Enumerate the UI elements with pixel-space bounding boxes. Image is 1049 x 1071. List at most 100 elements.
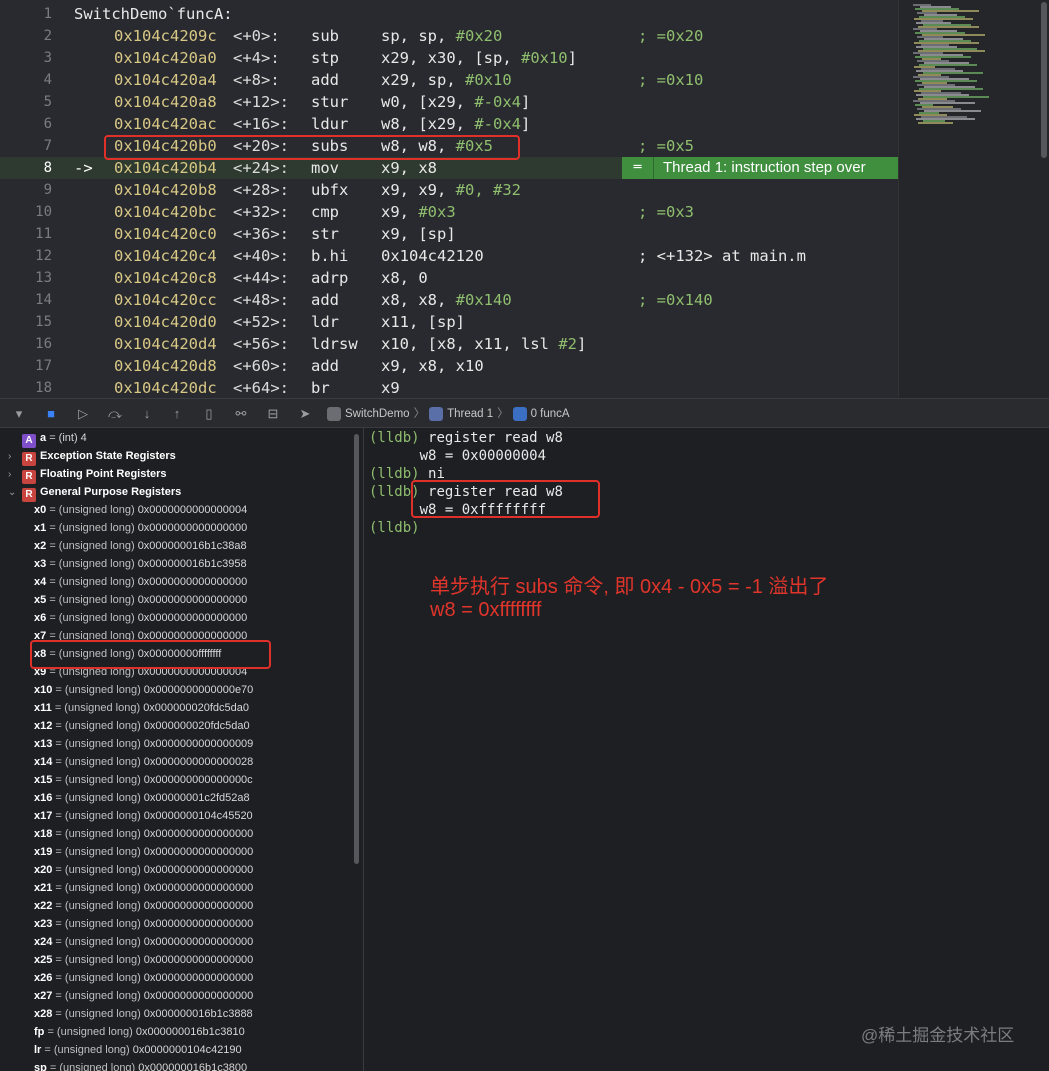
register-fp[interactable]: fp = (unsigned long) 0x000000016b1c3810 — [34, 1023, 245, 1041]
code-line[interactable]: 0x104c420c8 <+44>: adrp x8, 0 — [64, 267, 898, 289]
register-x3[interactable]: x3 = (unsigned long) 0x000000016b1c3958 — [34, 555, 247, 573]
local-variable-a[interactable]: Aa = (int) 4 — [22, 429, 87, 448]
register-x1[interactable]: x1 = (unsigned long) 0x0000000000000000 — [34, 519, 247, 537]
register-x28[interactable]: x28 = (unsigned long) 0x000000016b1c3888 — [34, 1005, 253, 1023]
code-line[interactable]: 0x104c420a0 <+4>: stp x29, x30, [sp, #0x10] — [64, 47, 898, 69]
instruction-offset: <+8>: — [233, 71, 280, 89]
step-over-icon[interactable]: ⤼ — [106, 405, 124, 423]
register-x27[interactable]: x27 = (unsigned long) 0x0000000000000000 — [34, 987, 253, 1005]
line-number: 12 — [35, 248, 52, 264]
register-value: 0x0000000000000000 — [143, 954, 254, 966]
register-x21[interactable]: x21 = (unsigned long) 0x0000000000000000 — [34, 879, 253, 897]
code-line[interactable]: 0x104c420bc <+32>: cmp x9, #0x3 ; =0x3 — [64, 201, 898, 223]
register-value: 0x0000000000000000 — [143, 990, 254, 1002]
register-x11[interactable]: x11 = (unsigned long) 0x000000020fdc5da0 — [34, 699, 249, 717]
register-x17[interactable]: x17 = (unsigned long) 0x0000000104c45520 — [34, 807, 253, 825]
variables-view[interactable]: Aa = (int) 4 › R Exception State Registers… — [0, 428, 362, 1071]
register-lr[interactable]: lr = (unsigned long) 0x0000000104c42190 — [34, 1041, 242, 1059]
breakpoints-toggle-icon[interactable]: ■ — [42, 405, 60, 423]
instruction-address: 0x104c420bc — [114, 203, 217, 221]
register-x23[interactable]: x23 = (unsigned long) 0x0000000000000000 — [34, 915, 253, 933]
code-line[interactable]: 0x104c420dc <+64>: br x9 — [64, 377, 898, 398]
register-name: x5 — [34, 594, 47, 606]
code-line[interactable]: 0x104c420d4 <+56>: ldrsw x10, [x8, x11, lsl… — [64, 333, 898, 355]
disassembly-code[interactable]: SwitchDemo`funcA: 0x104c4209c <+0>: sub sp,… — [64, 0, 898, 398]
register-x15[interactable]: x15 = (unsigned long) 0x000000000000000c — [34, 771, 253, 789]
register-x6[interactable]: x6 = (unsigned long) 0x0000000000000000 — [34, 609, 247, 627]
register-x4[interactable]: x4 = (unsigned long) 0x0000000000000000 — [34, 573, 247, 591]
instruction-offset: <+16>: — [233, 115, 289, 133]
register-type: = (unsigned long) — [49, 540, 135, 552]
register-x20[interactable]: x20 = (unsigned long) 0x0000000000000000 — [34, 861, 253, 879]
register-x26[interactable]: x26 = (unsigned long) 0x0000000000000000 — [34, 969, 253, 987]
environment-overrides-icon[interactable]: ⊟ — [264, 405, 282, 423]
register-x18[interactable]: x18 = (unsigned long) 0x0000000000000000 — [34, 825, 253, 843]
register-type: = (unsigned long) — [55, 738, 141, 750]
code-line[interactable]: 0x104c4209c <+0>: sub sp, sp, #0x20 ; =0x20 — [64, 25, 898, 47]
code-line[interactable]: 0x104c420c0 <+36>: str x9, [sp] — [64, 223, 898, 245]
code-line[interactable]: 0x104c420cc <+48>: add x8, x8, #0x140 ; =0x1… — [64, 289, 898, 311]
step-into-icon[interactable]: ↓ — [138, 405, 156, 423]
register-x13[interactable]: x13 = (unsigned long) 0x0000000000000009 — [34, 735, 253, 753]
register-name: x28 — [34, 1008, 53, 1020]
register-value: 0x000000016b1c3800 — [138, 1062, 248, 1071]
register-x25[interactable]: x25 = (unsigned long) 0x0000000000000000 — [34, 951, 253, 969]
register-name: x14 — [34, 756, 53, 768]
annotation-text-line1: 单步执行 subs 命令, 即 0x4 - 0x5 = -1 溢出了 — [430, 576, 829, 598]
line-number: 2 — [43, 28, 52, 44]
crumb-thread[interactable]: Thread 1 — [447, 405, 493, 423]
editor-scrollbar[interactable] — [1041, 2, 1047, 158]
hide-debug-area-icon[interactable]: ▾ — [10, 405, 28, 423]
register-x2[interactable]: x2 = (unsigned long) 0x000000016b1c38a8 — [34, 537, 247, 555]
register-value: 0x0000000000000000 — [137, 594, 248, 606]
continue-icon[interactable]: ▷ — [74, 405, 92, 423]
register-x5[interactable]: x5 = (unsigned long) 0x0000000000000000 — [34, 591, 247, 609]
simulate-location-icon[interactable]: ➤ — [296, 405, 314, 423]
chevron-right-icon[interactable]: › — [8, 448, 22, 466]
register-name: x12 — [34, 720, 53, 732]
instruction-mnemonic: ldur — [311, 115, 349, 133]
group-general-purpose[interactable]: ⌄ R General Purpose Registers — [8, 483, 181, 502]
lldb-console[interactable]: (lldb) register read w8 w8 = 0x00000004(… — [363, 428, 1049, 1071]
register-name: x21 — [34, 882, 53, 894]
register-x22[interactable]: x22 = (unsigned long) 0x0000000000000000 — [34, 897, 253, 915]
code-line[interactable]: 0x104c420d8 <+60>: add x9, x8, x10 — [64, 355, 898, 377]
code-line[interactable]: 0x104c420a8 <+12>: stur w0, [x29, #-0x4] — [64, 91, 898, 113]
operand-token: ] — [567, 49, 577, 67]
code-line[interactable]: 0x104c420ac <+16>: ldur w8, [x29, #-0x4] — [64, 113, 898, 135]
thread-step-badge[interactable]: ═ Thread 1: instruction step over — [622, 157, 898, 179]
crumb-frame[interactable]: 0 funcA — [531, 405, 570, 423]
register-value: 0x0000000104c45520 — [143, 810, 253, 822]
line-number: 15 — [35, 314, 52, 330]
register-x19[interactable]: x19 = (unsigned long) 0x0000000000000000 — [34, 843, 253, 861]
instruction-comment: ; =0x20 — [638, 27, 704, 45]
instruction-operands: x8, x8, #0x140 — [381, 289, 512, 311]
minimap[interactable] — [898, 0, 1049, 398]
code-line[interactable]: 0x104c420a4 <+8>: add x29, sp, #0x10 ; =0x10 — [64, 69, 898, 91]
register-x0[interactable]: x0 = (unsigned long) 0x0000000000000004 — [34, 501, 247, 519]
register-x10[interactable]: x10 = (unsigned long) 0x0000000000000e70 — [34, 681, 253, 699]
register-x14[interactable]: x14 = (unsigned long) 0x0000000000000028 — [34, 753, 253, 771]
memory-graph-icon[interactable]: ⚯ — [232, 405, 250, 423]
crumb-app[interactable]: SwitchDemo — [345, 405, 410, 423]
register-sp[interactable]: sp = (unsigned long) 0x000000016b1c3800 — [34, 1059, 247, 1071]
code-line[interactable]: 0x104c420c4 <+40>: b.hi 0x104c42120 ; <+132>… — [64, 245, 898, 267]
instruction-comment: ; =0x5 — [638, 137, 694, 155]
chevron-down-icon[interactable]: ⌄ — [8, 484, 22, 502]
line-number-gutter: 1 2 3 4 5 6 7 8 9 10 11 12 13 14 15 16 17 18 — [0, 0, 64, 398]
register-x12[interactable]: x12 = (unsigned long) 0x000000020fdc5da0 — [34, 717, 250, 735]
disassembly-editor[interactable]: 1 2 3 4 5 6 7 8 9 10 11 12 13 14 15 16 17 18 SwitchDemo`f… — [0, 0, 1049, 398]
instruction-address: 0x104c420b8 — [114, 181, 217, 199]
step-out-icon[interactable]: ↑ — [168, 405, 186, 423]
register-x16[interactable]: x16 = (unsigned long) 0x00000001c2fd52a8 — [34, 789, 250, 807]
group-floating-point[interactable]: › R Floating Point Registers — [8, 465, 167, 484]
variables-scrollbar[interactable] — [354, 434, 359, 864]
register-x24[interactable]: x24 = (unsigned long) 0x0000000000000000 — [34, 933, 253, 951]
register-name: sp — [34, 1062, 47, 1071]
chevron-right-icon[interactable]: › — [8, 466, 22, 484]
code-line[interactable]: 0x104c420d0 <+52>: ldr x11, [sp] — [64, 311, 898, 333]
instruction-comment: ; =0x3 — [638, 203, 694, 221]
group-exception-state[interactable]: › R Exception State Registers — [8, 447, 176, 466]
view-hierarchy-icon[interactable]: ▯ — [200, 405, 218, 423]
code-line[interactable]: 0x104c420b8 <+28>: ubfx x9, x9, #0, #32 — [64, 179, 898, 201]
